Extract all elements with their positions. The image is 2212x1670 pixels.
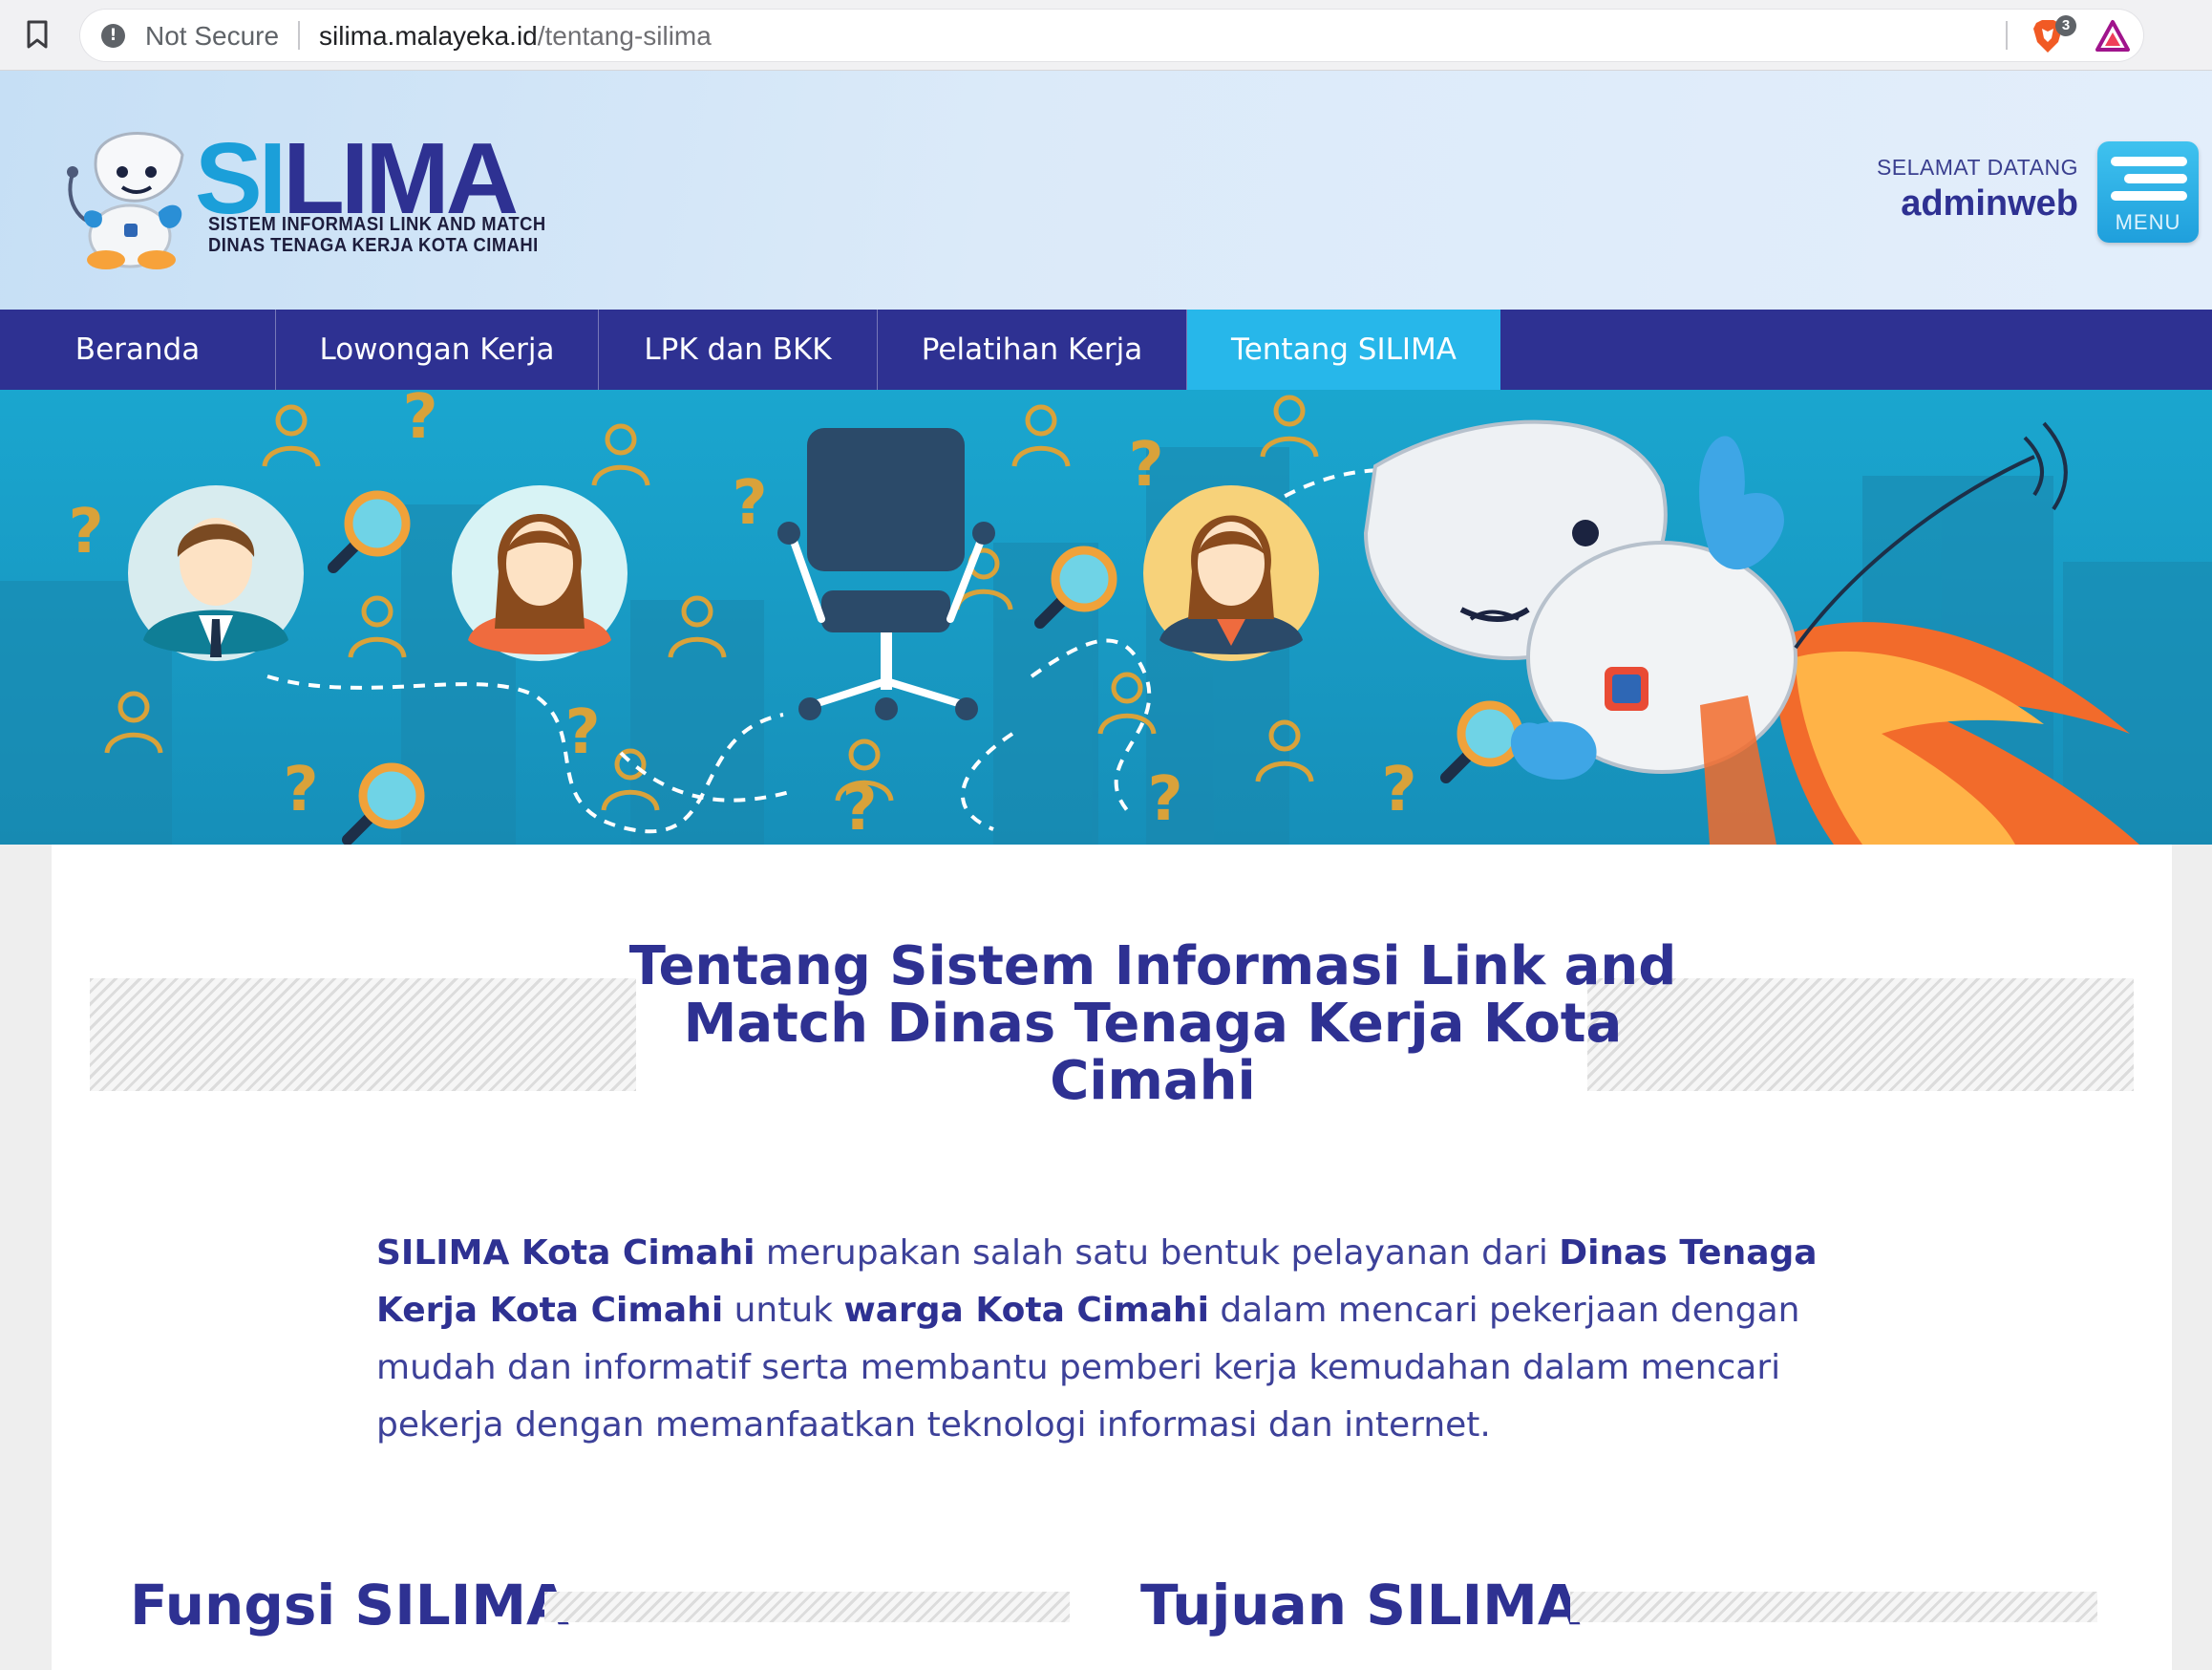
- avatar-woman-2-icon: [1143, 485, 1319, 661]
- brave-shield-count: 3: [2055, 15, 2076, 36]
- info-icon[interactable]: !: [101, 24, 125, 48]
- section-divider-fungsi: [544, 1592, 1070, 1622]
- intro-text-1: merupakan salah satu bentuk pelayanan da…: [755, 1233, 1560, 1273]
- bookmark-icon[interactable]: [25, 19, 50, 50]
- menu-button[interactable]: MENU: [2097, 141, 2199, 243]
- intro-paragraph: SILIMA Kota Cimahi merupakan salah satu …: [376, 1225, 1866, 1454]
- section-title-tujuan: Tujuan SILIMA: [1140, 1573, 1581, 1638]
- main-nav: Beranda Lowongan Kerja LPK dan BKK Pelat…: [0, 310, 2212, 390]
- silima-logo[interactable]: SILIMA SISTEM INFORMASI LINK AND MATCH D…: [63, 117, 560, 269]
- username-label[interactable]: adminweb: [1901, 183, 2078, 225]
- url-text[interactable]: silima.malayeka.id/tentang-silima: [319, 21, 712, 52]
- nav-item-tentang-silima[interactable]: Tentang SILIMA: [1187, 310, 1500, 390]
- address-divider-right: [2006, 21, 2008, 50]
- logo-tagline-2: DINAS TENAGA KERJA KOTA CIMAHI: [208, 235, 539, 256]
- address-bar[interactable]: ! Not Secure silima.malayeka.id/tentang-…: [80, 10, 2143, 61]
- welcome-label: SELAMAT DATANG: [1876, 155, 2078, 180]
- section-title-fungsi: Fungsi SILIMA: [130, 1573, 569, 1638]
- avatar-woman-icon: [452, 485, 627, 661]
- hamburger-menu-icon: [2111, 157, 2187, 166]
- intro-text-2: untuk: [723, 1291, 844, 1330]
- page-title: Tentang Sistem Informasi Link and Match …: [628, 935, 1677, 1112]
- logo-tagline-1: SISTEM INFORMASI LINK AND MATCH: [208, 214, 546, 235]
- address-divider: [298, 21, 300, 50]
- hero-banner-illustration: ?: [0, 390, 2212, 845]
- nav-item-lowongan-kerja[interactable]: Lowongan Kerja: [276, 310, 599, 390]
- nav-item-pelatihan-kerja[interactable]: Pelatihan Kerja: [878, 310, 1187, 390]
- intro-bold-warga: warga Kota Cimahi: [843, 1291, 1209, 1330]
- hamburger-menu-icon-bar-3: [2111, 191, 2187, 201]
- intro-bold-silima: SILIMA Kota Cimahi: [376, 1233, 755, 1273]
- security-status[interactable]: Not Secure: [145, 21, 279, 52]
- nav-item-beranda[interactable]: Beranda: [0, 310, 276, 390]
- brave-rewards-icon[interactable]: [2094, 17, 2132, 55]
- hero-banner: ?: [0, 390, 2212, 845]
- browser-toolbar: ! Not Secure silima.malayeka.id/tentang-…: [0, 0, 2212, 71]
- content-card: Tentang Sistem Informasi Link and Match …: [52, 845, 2172, 1670]
- section-divider-tujuan: [1570, 1592, 2097, 1622]
- url-host: silima.malayeka.id: [319, 21, 538, 51]
- mascot-logo-icon: [67, 132, 184, 269]
- url-path: /tentang-silima: [537, 21, 712, 51]
- hamburger-menu-icon-bar-2: [2124, 174, 2187, 183]
- avatar-man-icon: [128, 485, 304, 661]
- title-divider-left: [90, 978, 636, 1091]
- nav-item-lpk-dan-bkk[interactable]: LPK dan BKK: [599, 310, 878, 390]
- menu-button-label: MENU: [2115, 210, 2181, 234]
- site-header: SILIMA SISTEM INFORMASI LINK AND MATCH D…: [0, 71, 2212, 310]
